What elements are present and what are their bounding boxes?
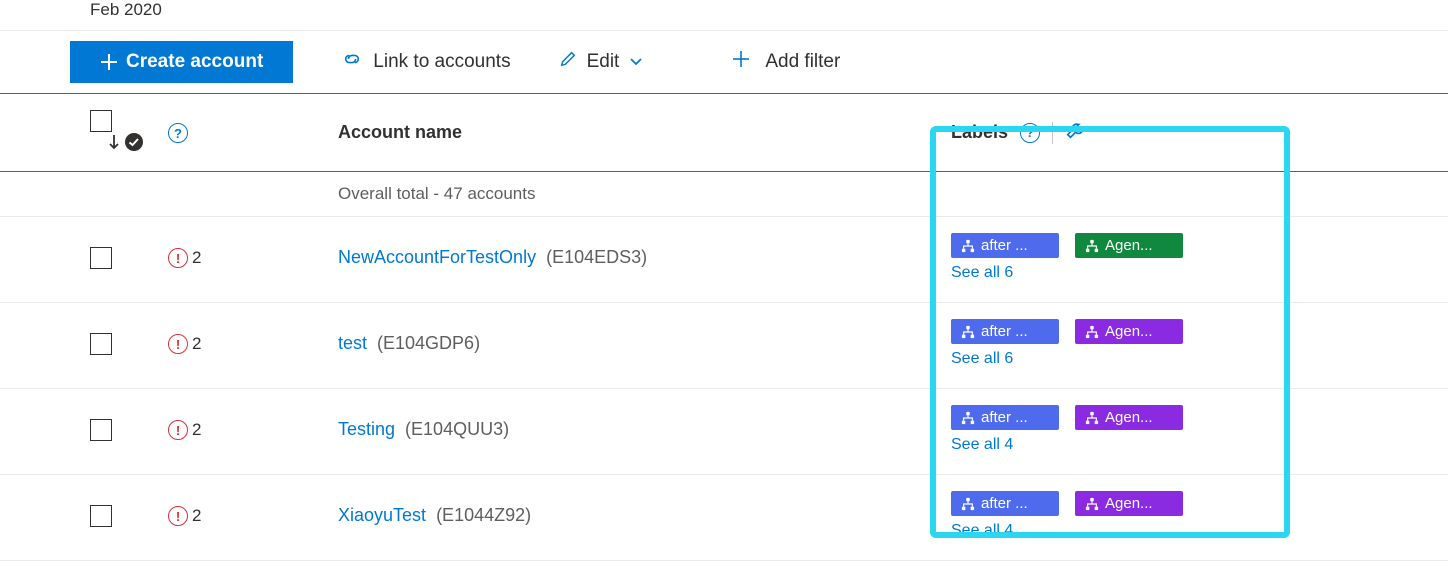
label-pill[interactable]: Agen... xyxy=(1075,491,1183,516)
alert-indicator[interactable]: !2 xyxy=(168,248,201,268)
label-pill[interactable]: after ... xyxy=(951,405,1059,430)
see-all-link[interactable]: See all 6 xyxy=(951,264,1320,282)
create-account-label: Create account xyxy=(126,51,263,73)
help-icon[interactable]: ? xyxy=(1020,123,1040,143)
label-pill-text: Agen... xyxy=(1105,323,1153,340)
account-name-link[interactable]: XiaoyuTest xyxy=(338,505,426,525)
edit-label: Edit xyxy=(587,51,620,73)
wrench-icon[interactable] xyxy=(1065,119,1087,146)
account-name-column-header[interactable]: Account name xyxy=(330,94,943,172)
date-stamp: Feb 2020 xyxy=(0,0,1448,30)
pencil-icon xyxy=(559,50,577,74)
see-all-link[interactable]: See all 6 xyxy=(951,350,1320,368)
table-row: !2 Testing (E104QUU3) after ... Agen... See a… xyxy=(0,389,1448,475)
link-to-accounts-label: Link to accounts xyxy=(373,51,510,73)
table-row: !2 XiaoyuTest (E1044Z92) after ... Agen... Se… xyxy=(0,475,1448,561)
divider xyxy=(1052,122,1053,144)
alert-count: 2 xyxy=(192,420,201,440)
see-all-link[interactable]: See all 4 xyxy=(951,436,1320,454)
chevron-down-icon xyxy=(629,51,643,73)
row-checkbox[interactable] xyxy=(90,419,112,441)
row-checkbox[interactable] xyxy=(90,333,112,355)
row-checkbox[interactable] xyxy=(90,505,112,527)
account-id-text: (E1044Z92) xyxy=(436,505,531,525)
label-pill[interactable]: after ... xyxy=(951,491,1059,516)
add-filter-label: Add filter xyxy=(765,51,840,73)
link-to-accounts-button[interactable]: Link to accounts xyxy=(341,50,510,74)
account-name-link[interactable]: Testing xyxy=(338,419,395,439)
labels-column-header[interactable]: Labels xyxy=(951,122,1008,143)
label-pill[interactable]: after ... xyxy=(951,233,1059,258)
alert-icon: ! xyxy=(168,506,188,526)
overall-total-text: Overall total - 47 accounts xyxy=(330,172,943,217)
label-pill[interactable]: Agen... xyxy=(1075,319,1183,344)
label-pill-text: after ... xyxy=(981,237,1028,254)
account-name-link[interactable]: test xyxy=(338,333,367,353)
see-all-link[interactable]: See all 4 xyxy=(951,522,1320,540)
toolbar: Create account Link to accounts Edit xyxy=(0,30,1448,94)
plus-icon xyxy=(731,49,751,75)
label-pill-text: Agen... xyxy=(1105,237,1153,254)
alert-indicator[interactable]: !2 xyxy=(168,334,201,354)
alert-count: 2 xyxy=(192,334,201,354)
alert-count: 2 xyxy=(192,248,201,268)
table-row: !2 test (E104GDP6) after ... Agen... See all … xyxy=(0,303,1448,389)
arrow-down-icon xyxy=(108,134,120,150)
row-checkbox[interactable] xyxy=(90,247,112,269)
link-icon xyxy=(341,50,363,74)
edit-button[interactable]: Edit xyxy=(559,50,644,74)
label-pill-text: Agen... xyxy=(1105,495,1153,512)
select-all-checkbox[interactable] xyxy=(90,110,112,132)
alert-indicator[interactable]: !2 xyxy=(168,420,201,440)
alert-icon: ! xyxy=(168,334,188,354)
account-id-text: (E104EDS3) xyxy=(546,247,647,267)
table-row: !2 NewAccountForTestOnly (E104EDS3) after .… xyxy=(0,217,1448,303)
add-filter-button[interactable]: Add filter xyxy=(731,49,840,75)
label-pill-text: after ... xyxy=(981,323,1028,340)
plus-icon xyxy=(100,53,118,71)
account-id-text: (E104QUU3) xyxy=(405,419,509,439)
alert-icon: ! xyxy=(168,248,188,268)
label-pill[interactable]: Agen... xyxy=(1075,405,1183,430)
alert-indicator[interactable]: !2 xyxy=(168,506,201,526)
account-id-text: (E104GDP6) xyxy=(377,333,480,353)
label-pill-text: after ... xyxy=(981,495,1028,512)
sort-indicator[interactable] xyxy=(108,132,144,152)
help-icon[interactable]: ? xyxy=(168,123,188,143)
label-pill[interactable]: after ... xyxy=(951,319,1059,344)
label-pill-text: after ... xyxy=(981,409,1028,426)
accounts-table: ? Account name Labels ? xyxy=(0,94,1448,561)
alert-icon: ! xyxy=(168,420,188,440)
account-name-link[interactable]: NewAccountForTestOnly xyxy=(338,247,536,267)
status-check-icon xyxy=(124,132,144,152)
alert-count: 2 xyxy=(192,506,201,526)
label-pill-text: Agen... xyxy=(1105,409,1153,426)
label-pill[interactable]: Agen... xyxy=(1075,233,1183,258)
create-account-button[interactable]: Create account xyxy=(70,41,293,83)
